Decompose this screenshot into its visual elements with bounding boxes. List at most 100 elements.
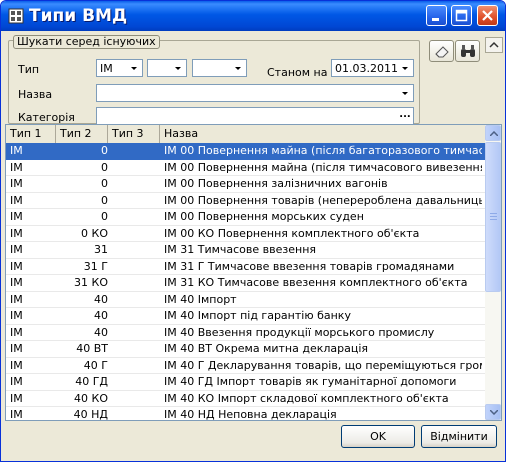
cell-name: ІМ 40 Ввезення продукції морського проми… [164,325,435,339]
search-group-legend: Шукати серед існуючих [13,35,160,49]
table-header: Тип 1 Тип 2 Тип 3 Назва [6,125,485,144]
cell-name: ІМ 40 Г Декларування товарів, що переміщ… [164,358,482,372]
table-row[interactable]: ІМ 40 ІМ 40 Імпорт [6,292,485,308]
cell-type2: 0 КО [81,226,108,240]
binoculars-icon [461,45,475,57]
type3-select[interactable] [192,59,247,77]
cell-type3 [112,358,160,374]
cell-type3 [112,160,160,176]
table-row[interactable]: ІМ 40 ІМ 40 Ввезення продукції морського п… [6,325,485,341]
type-label: Тип [18,63,40,76]
category-browse-button[interactable]: ... [398,109,412,123]
cell-name: ІМ 00 КО Повернення комплектного об'єкта [164,226,420,240]
minimize-icon [432,18,439,21]
table-row[interactable]: ІМ 40 ІМ 40 Імпорт під гарантію банку [6,308,485,325]
table-row[interactable]: ІМ 0 ІМ 00 Повернення майна (після тимчасо… [6,160,485,176]
cell-type3 [112,308,160,324]
chevron-down-icon[interactable] [398,86,412,100]
find-button[interactable] [455,40,480,62]
clear-filter-button[interactable] [429,40,454,62]
cell-type2: 40 ВТ [76,342,108,355]
cell-name: ІМ 00 Повернення залізничних вагонів [164,177,388,190]
cell-type1: ІМ [10,309,23,322]
table-row[interactable]: ІМ 31 КО ІМ 31 КО Тимчасове ввезення компл… [6,275,485,292]
cell-type3 [112,242,160,258]
cancel-button[interactable]: Відмінити [421,425,497,448]
scroll-up-button[interactable] [485,125,501,141]
cell-type1: ІМ [10,243,23,256]
cell-type1: ІМ [10,375,23,388]
collapse-panel-button[interactable] [485,37,503,53]
type-select[interactable]: ІМ [96,59,143,77]
cell-type3 [112,341,160,357]
cell-type2: 0 [101,210,108,223]
table-row[interactable]: ІМ 40 ГД ІМ 40 ГД Імпорт товарів як гумані… [6,374,485,391]
cell-type2: 31 КО [74,276,108,289]
cell-name: ІМ 00 Повернення майна (після багаторазо… [164,144,482,157]
window-title: Типи ВМД [29,6,128,26]
table-row[interactable]: ІМ 0 ІМ 00 Повернення майна (після багатор… [6,143,485,160]
date-picker[interactable]: 01.03.2011 [331,59,414,77]
scroll-down-button[interactable] [485,404,501,420]
cell-type3 [112,143,160,159]
chevron-up-icon [489,41,499,48]
cell-type2: 0 [101,193,108,207]
date-label: Станом на [267,66,328,79]
cell-type1: ІМ [10,144,23,157]
table-row[interactable]: ІМ 31 ІМ 31 Тимчасове ввезення [6,242,485,259]
cell-type1: ІМ [10,391,23,405]
cell-type3 [112,292,160,308]
cell-name: ІМ 40 ГД Імпорт товарів як гуманітарної … [164,375,457,388]
name-label: Назва [18,88,53,101]
column-header-type2[interactable]: Тип 2 [56,125,108,143]
cell-type2: 31 [94,243,108,256]
table-row[interactable]: ІМ 40 НД ІМ 40 НД Неповна декларація [6,407,485,420]
title-bar[interactable]: Типи ВМД [1,1,505,31]
cell-type3 [112,407,160,420]
search-panel: Шукати серед існуючих Тип ІМ Станом на 0… [5,34,503,125]
cell-type3 [112,275,160,291]
table-row[interactable]: ІМ 31 Г ІМ 31 Г Тимчасове ввезення товарів… [6,259,485,275]
cell-name: ІМ 40 КО Імпорт складової комплектного о… [164,391,449,405]
types-table[interactable]: Тип 1 Тип 2 Тип 3 Назва ІМ 0 ІМ 00 Поверне… [5,124,502,421]
cell-name: ІМ 31 КО Тимчасове ввезення комплектного… [164,276,468,289]
cell-type1: ІМ [10,325,23,339]
column-header-name[interactable]: Назва [160,125,485,143]
scrollbar-thumb[interactable] [485,142,501,292]
chevron-down-icon[interactable] [127,61,141,75]
table-row[interactable]: ІМ 0 ІМ 00 Повернення товарів (непереробле… [6,193,485,209]
search-group: Шукати серед існуючих Тип ІМ Станом на 0… [8,35,420,125]
minimize-button[interactable] [426,5,447,26]
cell-name: ІМ 31 Тимчасове ввезення [164,243,317,256]
cell-type1: ІМ [10,259,23,273]
chevron-down-icon[interactable] [398,61,412,75]
cell-type2: 0 [101,144,108,157]
table-row[interactable]: ІМ 40 Г ІМ 40 Г Декларування товарів, що п… [6,358,485,374]
cell-type2: 40 [94,325,108,339]
date-value: 01.03.2011 [335,62,398,75]
cell-type1: ІМ [10,276,23,289]
table-row[interactable]: ІМ 40 ВТ ІМ 40 ВТ Окрема митна декларація [6,341,485,358]
chevron-down-icon[interactable] [231,61,245,75]
table-row[interactable]: ІМ 40 КО ІМ 40 КО Імпорт складової комплек… [6,391,485,407]
cell-name: ІМ 00 Повернення морських суден [164,210,364,223]
table-row[interactable]: ІМ 0 ІМ 00 Повернення залізничних вагонів [6,176,485,193]
type2-select[interactable] [147,59,187,77]
table-row[interactable]: ІМ 0 КО ІМ 00 КО Повернення комплектного о… [6,226,485,242]
chevron-down-icon[interactable] [171,61,185,75]
close-button[interactable] [477,5,498,26]
dialog-window: Типи ВМД Шукати серед існуючих Тип ІМ Ст… [0,0,506,462]
cell-type2: 40 Г [83,358,108,372]
ok-button[interactable]: OK [341,425,415,448]
cell-type1: ІМ [10,292,23,306]
cell-type3 [112,209,160,225]
name-select[interactable] [96,84,414,102]
vertical-scrollbar[interactable] [485,125,501,420]
table-row[interactable]: ІМ 0 ІМ 00 Повернення морських суден [6,209,485,226]
cell-type2: 0 [101,177,108,190]
column-header-type3[interactable]: Тип 3 [108,125,160,143]
column-header-type1[interactable]: Тип 1 [6,125,56,143]
cell-type2: 40 [94,309,108,322]
category-field[interactable]: ... [96,107,414,125]
maximize-button[interactable] [451,5,472,26]
